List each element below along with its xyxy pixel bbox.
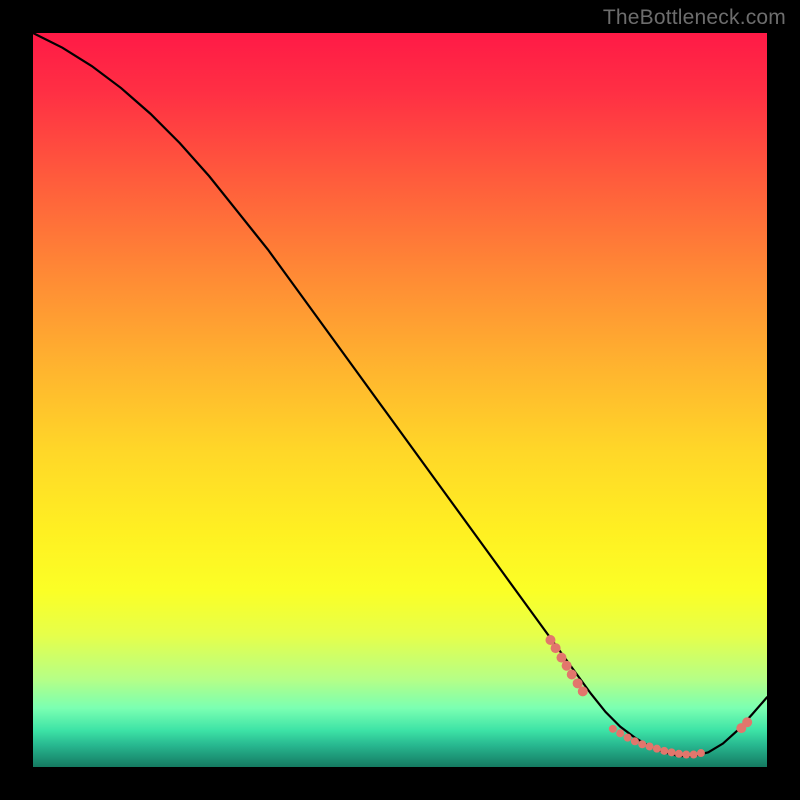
chart-stage: TheBottleneck.com [0,0,800,800]
marker-dot [682,751,690,759]
marker-dot [742,717,752,727]
marker-dot [653,745,661,753]
marker-dot [624,734,632,742]
marker-dot [690,751,698,759]
marker-dot [616,729,624,737]
marker-dot [562,661,572,671]
marker-dot [660,747,668,755]
plot-area [33,33,767,767]
marker-dot [697,749,705,757]
watermark-text: TheBottleneck.com [603,6,786,30]
marker-dot [675,750,683,758]
bottleneck-curve-path [33,33,767,756]
marker-dots [545,635,752,759]
marker-dot [638,740,646,748]
marker-dot [551,643,561,653]
marker-dot [567,670,577,680]
marker-dot [668,748,676,756]
marker-dot [631,737,639,745]
curve-layer [33,33,767,767]
marker-dot [646,742,654,750]
marker-dot [609,725,617,733]
marker-dot [578,686,588,696]
